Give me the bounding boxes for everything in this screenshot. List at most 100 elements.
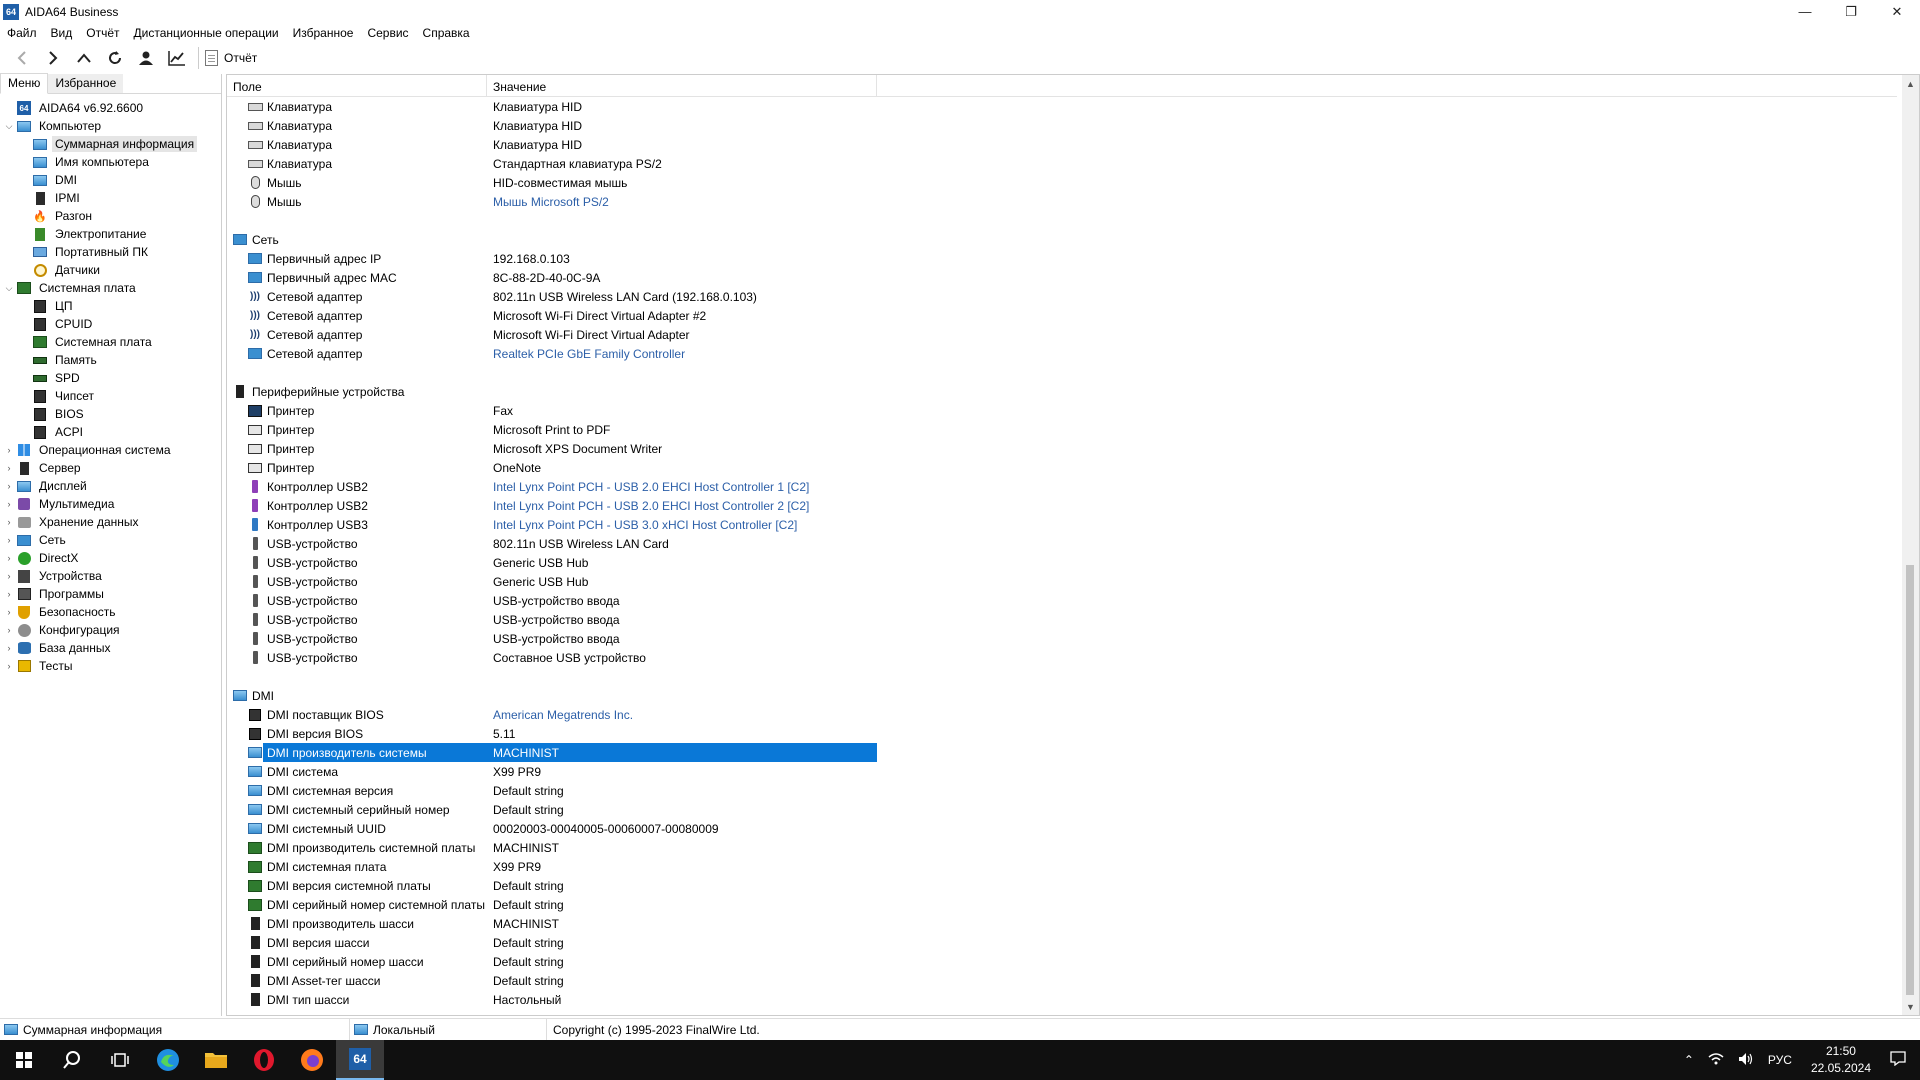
expand-toggle-icon[interactable]: ⌵ — [2, 283, 16, 294]
report-doc-icon[interactable] — [205, 50, 218, 66]
tab-favorites[interactable]: Избранное — [48, 74, 124, 93]
report-label[interactable]: Отчёт — [224, 51, 257, 65]
expand-toggle-icon[interactable]: › — [2, 643, 16, 653]
table-row[interactable]: DMI системный серийный номер Default stri… — [227, 800, 1897, 819]
section-header-row[interactable]: DMI — [227, 686, 1897, 705]
opera-button[interactable] — [240, 1040, 288, 1080]
table-row[interactable]: DMI версия шасси Default string — [227, 933, 1897, 952]
table-row[interactable]: DMI серийный номер системной платы Defaul… — [227, 895, 1897, 914]
expand-toggle-icon[interactable]: › — [2, 499, 16, 509]
tree-item[interactable]: › Операционная система — [0, 441, 221, 459]
notifications-icon[interactable] — [1890, 1051, 1906, 1069]
tree-item[interactable]: Чипсет — [0, 387, 221, 405]
tree-item[interactable]: › Дисплей — [0, 477, 221, 495]
up-button[interactable] — [68, 44, 99, 72]
expand-toggle-icon[interactable]: › — [2, 535, 16, 545]
tree-item[interactable]: › Хранение данных — [0, 513, 221, 531]
tree-item[interactable]: › Мультимедиа — [0, 495, 221, 513]
table-row[interactable]: USB-устройство USB-устройство ввода — [227, 610, 1897, 629]
table-row[interactable]: DMI серийный номер шасси Default string — [227, 952, 1897, 971]
restore-button[interactable]: ❐ — [1828, 0, 1874, 23]
table-row[interactable]: Сетевой адаптер Realtek PCIe GbE Family C… — [227, 344, 1897, 363]
table-row[interactable]: Принтер Fax — [227, 401, 1897, 420]
table-row[interactable]: DMI Asset-тег шасси Default string — [227, 971, 1897, 990]
chart-button[interactable] — [161, 44, 192, 72]
table-row[interactable]: DMI версия BIOS 5.11 — [227, 724, 1897, 743]
back-button[interactable] — [6, 44, 37, 72]
expand-toggle-icon[interactable]: › — [2, 607, 16, 617]
table-row[interactable]: Мышь Мышь Microsoft PS/2 — [227, 192, 1897, 211]
table-row[interactable]: Принтер Microsoft Print to PDF — [227, 420, 1897, 439]
table-row[interactable]: USB-устройство Составное USB устройство — [227, 648, 1897, 667]
value-link[interactable]: Realtek PCIe GbE Family Controller — [487, 347, 877, 361]
tree-item[interactable]: BIOS — [0, 405, 221, 423]
tree-item[interactable]: ⌵ Компьютер — [0, 117, 221, 135]
value-link[interactable]: Мышь Microsoft PS/2 — [487, 195, 877, 209]
value-link[interactable]: Intel Lynx Point PCH - USB 2.0 EHCI Host… — [487, 480, 877, 494]
table-row[interactable]: USB-устройство Generic USB Hub — [227, 553, 1897, 572]
expand-toggle-icon[interactable]: ⌵ — [2, 121, 16, 132]
table-row[interactable]: DMI системный UUID 00020003-00040005-0006… — [227, 819, 1897, 838]
forward-button[interactable] — [37, 44, 68, 72]
table-row[interactable]: ))) Сетевой адаптер Microsoft Wi-Fi Direct… — [227, 306, 1897, 325]
tree-item[interactable]: ЦП — [0, 297, 221, 315]
tree-item[interactable]: Память — [0, 351, 221, 369]
table-row[interactable]: Контроллер USB2 Intel Lynx Point PCH - US… — [227, 496, 1897, 515]
menu-remote[interactable]: Дистанционные операции — [134, 26, 286, 40]
scroll-up-icon[interactable]: ▲ — [1902, 75, 1919, 92]
search-button[interactable] — [48, 1040, 96, 1080]
expand-toggle-icon[interactable]: › — [2, 571, 16, 581]
table-row[interactable]: DMI версия системной платы Default string — [227, 876, 1897, 895]
edge-button[interactable] — [144, 1040, 192, 1080]
table-row[interactable]: DMI системная плата X99 PR9 — [227, 857, 1897, 876]
expand-toggle-icon[interactable]: › — [2, 481, 16, 491]
expand-toggle-icon[interactable]: › — [2, 625, 16, 635]
tree-item[interactable]: IPMI — [0, 189, 221, 207]
column-field[interactable]: Поле — [227, 75, 487, 96]
tree-item[interactable]: › Сеть — [0, 531, 221, 549]
tab-menu[interactable]: Меню — [0, 73, 49, 94]
tree-item[interactable]: ⌵ Системная плата — [0, 279, 221, 297]
table-row[interactable]: Контроллер USB2 Intel Lynx Point PCH - US… — [227, 477, 1897, 496]
close-button[interactable]: ✕ — [1874, 0, 1920, 23]
table-row[interactable]: Контроллер USB3 Intel Lynx Point PCH - US… — [227, 515, 1897, 534]
vertical-scrollbar[interactable]: ▲ ▼ — [1902, 75, 1919, 1015]
menu-view[interactable]: Вид — [51, 26, 80, 40]
table-row[interactable]: Клавиатура Клавиатура HID — [227, 116, 1897, 135]
menu-service[interactable]: Сервис — [367, 26, 415, 40]
menu-file[interactable]: Файл — [7, 26, 44, 40]
table-row[interactable]: USB-устройство Generic USB Hub — [227, 572, 1897, 591]
expand-toggle-icon[interactable]: › — [2, 463, 16, 473]
scroll-down-icon[interactable]: ▼ — [1902, 998, 1919, 1015]
wifi-icon[interactable] — [1708, 1052, 1724, 1069]
tree-item[interactable]: Портативный ПК — [0, 243, 221, 261]
tree-item[interactable]: 64 AIDA64 v6.92.6600 — [0, 99, 221, 117]
table-row[interactable]: Первичный адрес MAC 8C-88-2D-40-0C-9A — [227, 268, 1897, 287]
table-row[interactable]: DMI производитель системы MACHINIST — [227, 743, 1897, 762]
explorer-button[interactable] — [192, 1040, 240, 1080]
table-row[interactable]: Мышь HID-совместимая мышь — [227, 173, 1897, 192]
tray-chevron-icon[interactable]: ⌃ — [1684, 1053, 1694, 1067]
column-value[interactable]: Значение — [487, 75, 877, 96]
tree-item[interactable]: › Безопасность — [0, 603, 221, 621]
table-row[interactable]: Принтер Microsoft XPS Document Writer — [227, 439, 1897, 458]
volume-icon[interactable] — [1738, 1052, 1754, 1069]
table-row[interactable]: USB-устройство USB-устройство ввода — [227, 591, 1897, 610]
section-header-row[interactable]: Периферийные устройства — [227, 382, 1897, 401]
table-row[interactable]: USB-устройство 802.11n USB Wireless LAN C… — [227, 534, 1897, 553]
expand-toggle-icon[interactable]: › — [2, 517, 16, 527]
table-row[interactable]: Клавиатура Клавиатура HID — [227, 97, 1897, 116]
expand-toggle-icon[interactable]: › — [2, 589, 16, 599]
menu-help[interactable]: Справка — [423, 26, 477, 40]
tree-item[interactable]: › DirectX — [0, 549, 221, 567]
table-row[interactable]: Первичный адрес IP 192.168.0.103 — [227, 249, 1897, 268]
table-row[interactable]: USB-устройство USB-устройство ввода — [227, 629, 1897, 648]
tree-item[interactable]: 🔥 Разгон — [0, 207, 221, 225]
tree-item[interactable]: Суммарная информация — [0, 135, 221, 153]
tree-item[interactable]: Системная плата — [0, 333, 221, 351]
user-button[interactable] — [130, 44, 161, 72]
tree-item[interactable]: CPUID — [0, 315, 221, 333]
tree-item[interactable]: Датчики — [0, 261, 221, 279]
section-header-row[interactable]: Сеть — [227, 230, 1897, 249]
tree-item[interactable]: › Тесты — [0, 657, 221, 675]
